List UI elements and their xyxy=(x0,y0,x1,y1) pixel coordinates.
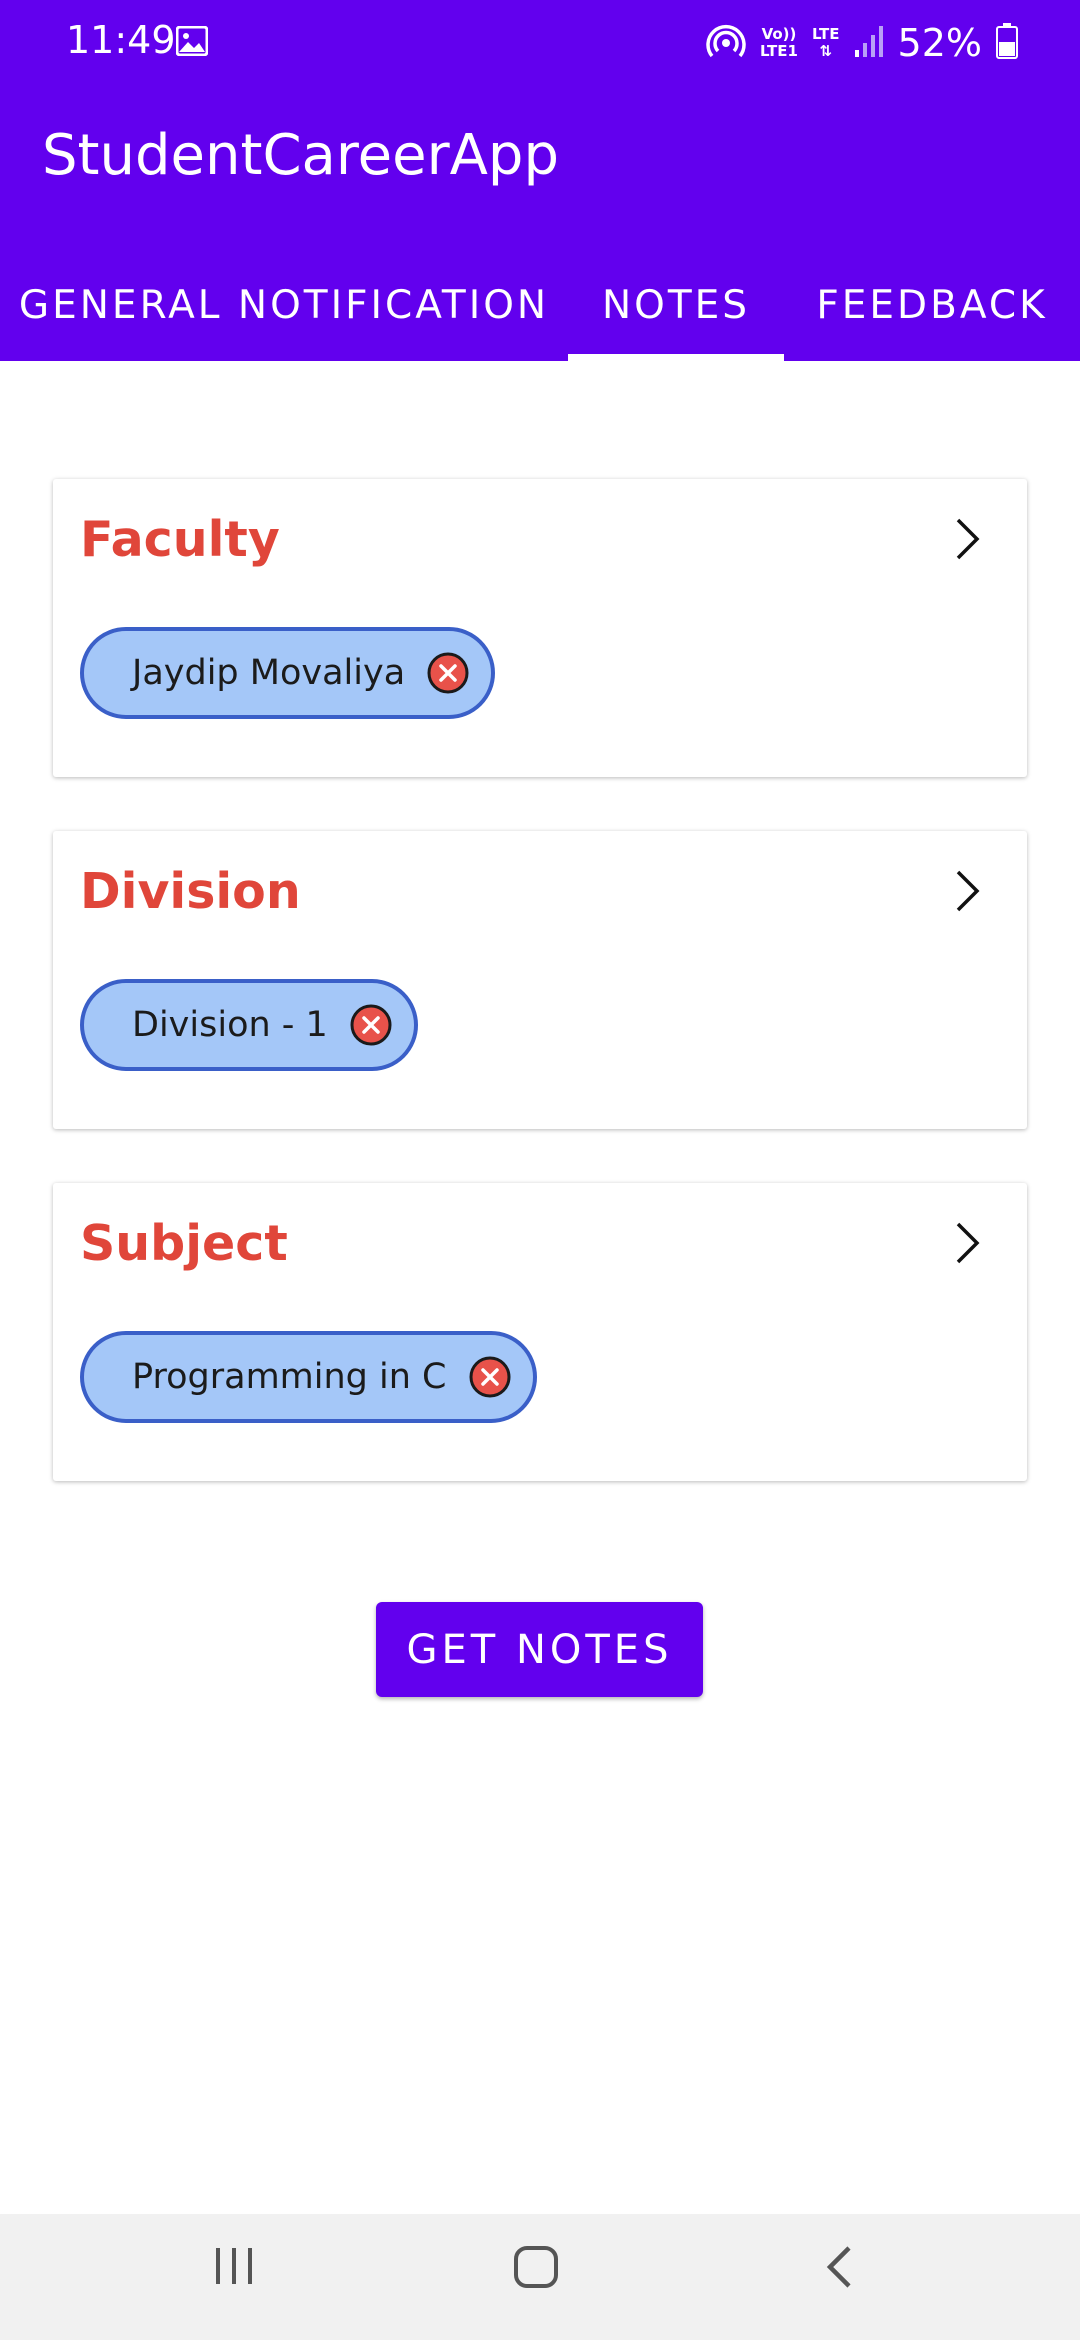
recents-icon[interactable] xyxy=(213,2244,255,2292)
system-nav-bar xyxy=(0,2214,1080,2340)
chip-label: Division - 1 xyxy=(132,1005,328,1045)
tab-notes[interactable]: NOTES xyxy=(568,250,784,361)
app-title: StudentCareerApp xyxy=(42,123,559,188)
data-arrows-icon: ⇅ xyxy=(819,42,833,60)
remove-chip-icon[interactable] xyxy=(350,1004,392,1046)
get-notes-button[interactable]: GET NOTES xyxy=(376,1602,703,1697)
hotspot-icon xyxy=(706,21,746,65)
faculty-chip[interactable]: Jaydip Movaliya xyxy=(80,627,496,719)
image-icon xyxy=(175,25,209,60)
signal-icon xyxy=(854,24,884,62)
subject-title: Subject xyxy=(80,1215,288,1272)
division-title: Division xyxy=(80,863,301,920)
volte-label: Vo)) xyxy=(761,25,797,43)
chevron-right-icon[interactable] xyxy=(955,869,981,917)
remove-chip-icon[interactable] xyxy=(469,1356,511,1398)
tab-label: GENERAL NOTIFICATION xyxy=(18,283,550,328)
tab-label: FEEDBACK xyxy=(816,283,1048,328)
subject-chip[interactable]: Programming in C xyxy=(80,1331,537,1423)
faculty-title: Faculty xyxy=(80,511,280,568)
status-time: 11:49 xyxy=(66,18,176,62)
tab-general-notification[interactable]: GENERAL NOTIFICATION xyxy=(0,250,568,361)
back-icon[interactable] xyxy=(824,2244,854,2294)
battery-icon xyxy=(996,23,1018,63)
selected-tab-indicator xyxy=(568,354,784,361)
tab-bar: GENERAL NOTIFICATION NOTES FEEDBACK xyxy=(0,250,1080,361)
home-icon[interactable] xyxy=(513,2244,559,2294)
faculty-filter-card[interactable]: Faculty Jaydip Movaliya xyxy=(53,479,1027,777)
division-filter-card[interactable]: Division Division - 1 xyxy=(53,831,1027,1129)
remove-chip-icon[interactable] xyxy=(427,652,469,694)
lte1-label: LTE1 xyxy=(759,42,798,60)
lte-label: LTE xyxy=(811,25,840,43)
volte-indicator: Vo)) LTE1 xyxy=(760,26,798,60)
app-bar: 11:49 Vo)) LTE1 LTE ⇅ 52% StudentCareerA… xyxy=(0,0,1080,361)
tab-feedback[interactable]: FEEDBACK xyxy=(784,250,1080,361)
chevron-right-icon[interactable] xyxy=(955,517,981,565)
tab-label: NOTES xyxy=(601,283,751,328)
status-bar: 11:49 Vo)) LTE1 LTE ⇅ 52% xyxy=(0,0,1080,84)
status-icons: Vo)) LTE1 LTE ⇅ 52% xyxy=(692,18,1018,68)
chip-label: Jaydip Movaliya xyxy=(132,653,406,693)
subject-filter-card[interactable]: Subject Programming in C xyxy=(53,1183,1027,1481)
chevron-right-icon[interactable] xyxy=(955,1221,981,1269)
lte-indicator: LTE ⇅ xyxy=(812,26,840,60)
battery-percent: 52% xyxy=(897,21,982,65)
division-chip[interactable]: Division - 1 xyxy=(80,979,418,1071)
chip-label: Programming in C xyxy=(132,1357,447,1397)
